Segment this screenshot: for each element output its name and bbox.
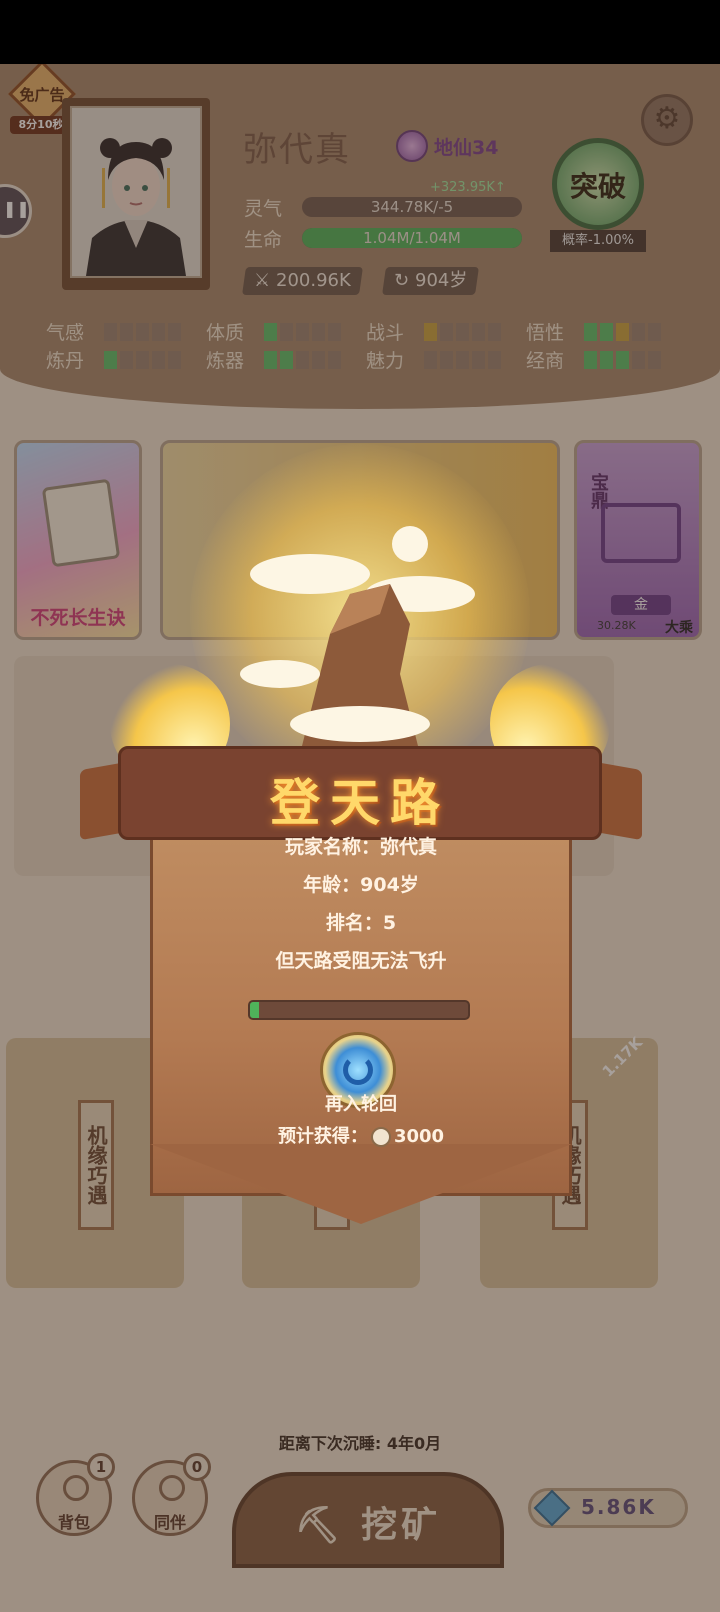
ascension-progress-fill — [250, 1002, 259, 1018]
expected-reward: 预计获得： 3000 — [150, 1122, 572, 1148]
expected-label: 预计获得： — [277, 1126, 368, 1147]
modal-message: 但天路受阻无法飞升 — [275, 950, 447, 972]
modal-player-line: 玩家名称：弥代真 — [284, 836, 437, 858]
game-screen: 免广告 8分10秒 ❚❚ 弥代真 地仙34 +323.95K↑ 灵气 344.7… — [0, 64, 720, 1612]
status-bar — [0, 0, 720, 64]
ascension-banner: 登天路 — [118, 746, 602, 840]
vortex-icon — [343, 1055, 373, 1085]
ascension-progress-bar — [248, 1000, 470, 1020]
modal-age-line: 年龄：904岁 — [303, 874, 419, 896]
sky-mountain-icon — [240, 526, 475, 754]
reincarnate-label: 再入轮回 — [325, 1094, 397, 1115]
expected-value: 3000 — [393, 1126, 445, 1147]
reincarnation-coin-icon — [370, 1127, 391, 1147]
modal-rank-line: 排名：5 — [325, 912, 397, 934]
ascension-modal-tail — [150, 1144, 572, 1224]
modal-title: 登天路 — [270, 773, 450, 832]
